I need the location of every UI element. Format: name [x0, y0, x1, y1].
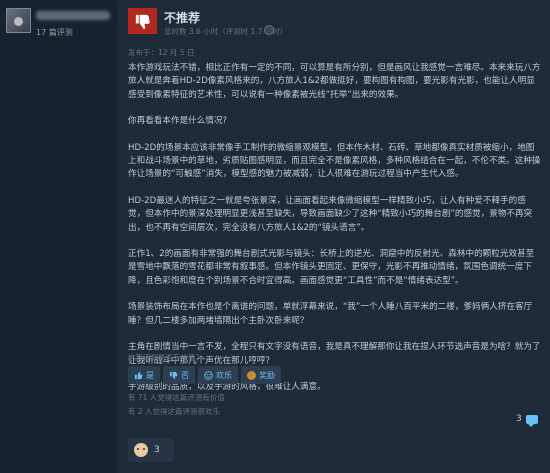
thumbs-up-icon: [134, 371, 143, 379]
helpful-count: 有 71 人觉得这篇评测有价值: [128, 393, 225, 402]
vote-buttons: 是 否 欢乐 奖励: [128, 366, 281, 384]
review-paragraph: 你再看看本作是什么情况?: [128, 116, 228, 127]
posted-date: 发布于：12 月 5 日: [128, 48, 195, 57]
reviewer-panel: 17 篇评测: [0, 0, 118, 473]
award-count: 3: [154, 445, 160, 455]
award-button[interactable]: 奖励: [241, 366, 281, 384]
award-icon: [247, 370, 256, 380]
comment-count: 3: [516, 414, 522, 424]
review-paragraph: 正作1、2的画面有非常强的舞台剧式光影与镜头：长桥上的逆光、洞窟中的反射光、森林…: [128, 249, 535, 286]
review-body: 本作游戏玩法不错，相比正作有一定的不同，可以算是有所分别，但是画风让我感觉一言难…: [128, 62, 542, 394]
review-header: 不推荐 总时数 3.6 小时（评测时 1.7 小时）: [118, 0, 550, 42]
thumbs-down-icon: [128, 8, 157, 34]
username-blurred[interactable]: [36, 11, 110, 20]
review-paragraph: HD-2D的场景本应该非常像手工制作的微缩景观模型，但本作木材、石砖、草地都像真…: [128, 142, 541, 180]
vote-yes-button[interactable]: 是: [128, 366, 160, 384]
vote-funny-label: 欢乐: [216, 370, 232, 380]
helpful-question: 这篇评测是否有价值？: [128, 353, 203, 362]
vote-yes-label: 是: [146, 370, 154, 380]
comments-link[interactable]: 3: [516, 414, 538, 427]
review-page: 17 篇评测 不推荐 总时数 3.6 小时（评测时 1.7 小时） 发布于：12…: [0, 0, 550, 473]
review-count[interactable]: 17 篇评测: [36, 27, 73, 38]
thumbs-down-small-icon: [169, 371, 178, 379]
review-paragraph: 场景装饰布局在本作也是个离谱的问题，单就浮幕来说，“我”一个人睡八百平米的二楼，…: [128, 302, 533, 326]
vote-no-label: 否: [181, 370, 189, 380]
award-display[interactable]: 3: [128, 438, 174, 462]
avatar[interactable]: [6, 8, 31, 33]
steam-icon: [264, 25, 274, 35]
funny-icon: [204, 370, 213, 380]
vote-funny-button[interactable]: 欢乐: [198, 366, 238, 384]
review-paragraph: HD-2D最迷人的特征之一就是夸张景深，让画面看起来像微缩模型一样精致小巧，让人…: [128, 195, 533, 233]
review-verdict[interactable]: 不推荐: [164, 9, 200, 26]
review-paragraph: 本作游戏玩法不错，相比正作有一定的不同，可以算是有所分别，但是画风让我感觉一言难…: [128, 63, 541, 100]
comment-icon: [525, 414, 538, 427]
award-label: 奖励: [259, 370, 275, 380]
review-main: 不推荐 总时数 3.6 小时（评测时 1.7 小时） 发布于：12 月 5 日 …: [118, 0, 550, 473]
funny-count: 有 2 人觉得这篇评测很欢乐: [128, 407, 221, 416]
vote-no-button[interactable]: 否: [163, 366, 195, 384]
award-emoji-icon: [134, 443, 148, 457]
